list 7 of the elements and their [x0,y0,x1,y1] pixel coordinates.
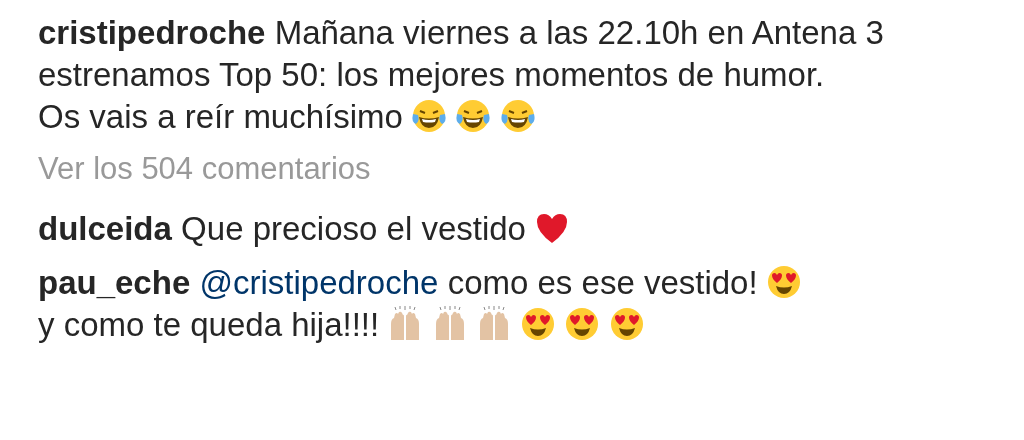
username-link[interactable]: pau_eche [38,264,191,301]
comment-text: dulceida Que precioso el vestido [38,208,1004,250]
username-link[interactable]: dulceida [38,210,172,247]
mention-link[interactable]: @cristipedroche [199,264,439,301]
comment-text: pau_eche @cristipedroche como es ese vestido! y como te queda hija!!!! [38,262,1004,346]
username-link[interactable]: cristipedroche [38,14,266,51]
comment-text: cristipedroche Mañana viernes a las 22.10h en Antena 3 estrenamos Top 50: los mejores momentos de humor. Os vais a reír muchísimo [38,13,885,137]
